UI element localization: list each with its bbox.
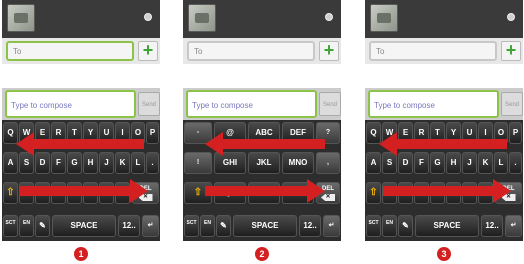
key-k[interactable]: K	[478, 152, 493, 174]
step-3-badge: 3	[437, 247, 451, 261]
space-key[interactable]: SPACE	[52, 215, 116, 237]
status-indicator-icon	[325, 13, 333, 21]
compose-field[interactable]: Type to compose	[186, 90, 317, 118]
shift-arrow-icon: ⇧	[193, 187, 203, 198]
key-l[interactable]: L	[131, 152, 145, 174]
space-key[interactable]: SPACE	[233, 215, 297, 237]
compose-field[interactable]: Type to compose	[368, 90, 499, 118]
key-h[interactable]: H	[83, 152, 98, 174]
contact-photo-icon[interactable]	[188, 4, 216, 32]
return-icon: ↵	[147, 222, 154, 229]
recipient-row: To +	[183, 38, 341, 64]
key-p[interactable]: P	[509, 122, 522, 144]
phone-screen-3: To + Type to compose Send Q W E R T Y U …	[365, 0, 523, 241]
space-key[interactable]: SPACE	[415, 215, 479, 237]
sct-key[interactable]: SCT	[184, 215, 199, 237]
key-period[interactable]: .	[146, 152, 159, 174]
key-f[interactable]: F	[414, 152, 429, 174]
recipient-row: To +	[365, 38, 523, 64]
compose-field[interactable]: Type to compose	[5, 90, 136, 118]
contact-photo-icon[interactable]	[370, 4, 398, 32]
swipe-left-arrow	[16, 132, 144, 156]
shift-key[interactable]: ⇧	[366, 182, 381, 204]
swipe-left-arrow	[379, 132, 507, 156]
to-field[interactable]: To	[6, 41, 134, 61]
language-key[interactable]: EN	[382, 215, 397, 237]
key-p[interactable]: P	[146, 122, 159, 144]
key-h[interactable]: H	[446, 152, 461, 174]
key-j[interactable]: J	[99, 152, 114, 174]
shift-arrow-icon: ⇧	[369, 187, 378, 198]
key-f[interactable]: F	[51, 152, 66, 174]
language-label: EN	[386, 220, 393, 226]
edit-key[interactable]: ✎	[398, 215, 413, 237]
shift-arrow-icon: ⇧	[6, 187, 15, 198]
swipe-left-arrow	[205, 132, 325, 156]
pen-icon: ✎	[402, 221, 409, 230]
return-icon: ↵	[328, 222, 335, 229]
key-d[interactable]: D	[35, 152, 50, 174]
language-label: EN	[204, 220, 211, 226]
pen-icon: ✎	[39, 221, 46, 230]
swipe-right-arrow	[383, 179, 511, 203]
key-mno[interactable]: MNO	[282, 152, 314, 174]
to-field[interactable]: To	[369, 41, 497, 61]
swipe-right-arrow	[205, 179, 325, 203]
sct-label: SCT	[186, 220, 197, 226]
message-thread-area	[2, 64, 160, 88]
add-recipient-button[interactable]: +	[319, 41, 339, 61]
key-g[interactable]: G	[67, 152, 82, 174]
key-l[interactable]: L	[494, 152, 508, 174]
language-label: EN	[23, 220, 30, 226]
status-bar	[2, 0, 160, 38]
enter-key[interactable]: ↵	[142, 215, 159, 237]
compose-row: Type to compose Send	[183, 88, 341, 120]
swipe-right-arrow	[20, 179, 148, 203]
sct-key[interactable]: SCT	[366, 215, 381, 237]
numbers-key[interactable]: 12..	[481, 215, 503, 237]
to-field[interactable]: To	[187, 41, 315, 61]
language-key[interactable]: EN	[19, 215, 34, 237]
message-thread-area	[365, 64, 523, 88]
language-key[interactable]: EN	[200, 215, 215, 237]
compose-row: Type to compose Send	[365, 88, 523, 120]
key-d[interactable]: D	[398, 152, 413, 174]
status-indicator-icon	[507, 13, 515, 21]
key-jkl[interactable]: JKL	[248, 152, 280, 174]
key-j[interactable]: J	[462, 152, 477, 174]
pen-icon: ✎	[220, 221, 227, 230]
edit-key[interactable]: ✎	[216, 215, 231, 237]
step-1-badge: 1	[74, 247, 88, 261]
key-g[interactable]: G	[430, 152, 445, 174]
send-button[interactable]: Send	[501, 92, 523, 116]
status-bar	[365, 0, 523, 38]
compose-row: Type to compose Send	[2, 88, 160, 120]
sct-label: SCT	[368, 220, 379, 226]
status-indicator-icon	[144, 13, 152, 21]
sct-label: SCT	[5, 220, 16, 226]
send-button[interactable]: Send	[319, 92, 341, 116]
key-k[interactable]: K	[115, 152, 130, 174]
enter-key[interactable]: ↵	[505, 215, 522, 237]
recipient-row: To +	[2, 38, 160, 64]
add-recipient-button[interactable]: +	[501, 41, 521, 61]
key-period[interactable]: .	[509, 152, 522, 174]
sct-key[interactable]: SCT	[3, 215, 18, 237]
add-recipient-button[interactable]: +	[138, 41, 158, 61]
numbers-key[interactable]: 12..	[118, 215, 140, 237]
contact-photo-icon[interactable]	[7, 4, 35, 32]
phone-screen-1: To + Type to compose Send Q W E R T Y U …	[2, 0, 160, 241]
edit-key[interactable]: ✎	[35, 215, 50, 237]
numbers-key[interactable]: 12..	[299, 215, 321, 237]
return-icon: ↵	[510, 222, 517, 229]
key-comma[interactable]: ,	[316, 152, 340, 174]
shift-key[interactable]: ⇧	[3, 182, 18, 204]
phone-screen-2: To + Type to compose Send - @ ABC DEF ? …	[183, 0, 341, 241]
status-bar	[183, 0, 341, 38]
enter-key[interactable]: ↵	[323, 215, 340, 237]
message-thread-area	[183, 64, 341, 88]
step-2-badge: 2	[255, 247, 269, 261]
send-button[interactable]: Send	[138, 92, 160, 116]
